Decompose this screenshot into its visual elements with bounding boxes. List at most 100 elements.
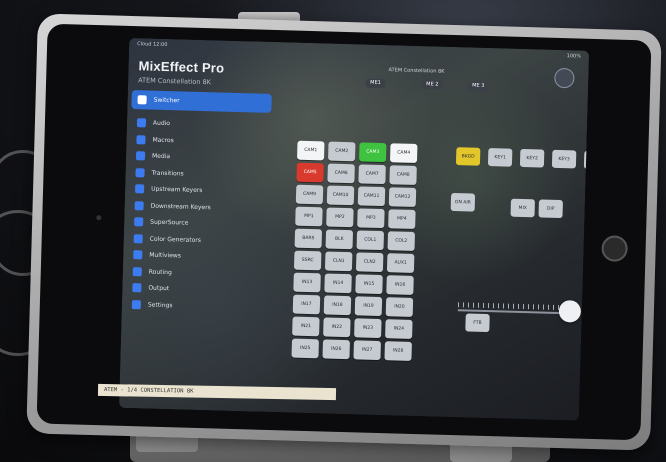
- grid-spacer: [264, 228, 292, 248]
- grid-spacer: [265, 162, 293, 182]
- source-button[interactable]: CAM3: [358, 142, 387, 163]
- source-button[interactable]: IN13: [293, 272, 321, 293]
- source-button[interactable]: CAM12: [388, 187, 417, 207]
- grid-spacer: [262, 272, 290, 292]
- mix-button[interactable]: DIP: [538, 199, 563, 219]
- sidebar-item-icon: [131, 299, 142, 310]
- source-button[interactable]: COL1: [356, 230, 385, 251]
- source-button[interactable]: CAM9: [295, 184, 324, 205]
- source-button[interactable]: IN21: [292, 316, 320, 337]
- source-button[interactable]: IN28: [384, 341, 412, 361]
- mix-button[interactable]: MIX: [510, 198, 535, 218]
- source-button[interactable]: MP4: [388, 209, 416, 229]
- sidebar-item-label: Macros: [152, 136, 174, 144]
- mix-button[interactable]: ON AIR: [450, 192, 476, 212]
- t-bar-knob[interactable]: [558, 300, 582, 323]
- source-button[interactable]: IN17: [292, 294, 321, 315]
- transition-button[interactable]: KEY3: [551, 149, 577, 169]
- sidebar-item-icon: [136, 134, 146, 145]
- source-button[interactable]: IN19: [354, 296, 383, 317]
- sidebar-item-label: Audio: [152, 119, 171, 128]
- source-button[interactable]: CAM5: [296, 162, 324, 183]
- source-button[interactable]: MP3: [357, 208, 385, 229]
- tablet-bezel: Cloud 12:00 100% MixEffect Pro ATEM Cons…: [36, 23, 652, 441]
- source-button[interactable]: BLK: [325, 229, 354, 250]
- me-pill-1[interactable]: ME1: [366, 78, 385, 89]
- sidebar-item[interactable]: Upstream Keyers: [129, 181, 269, 200]
- grid-spacer: [264, 206, 292, 226]
- source-button[interactable]: CLN2: [355, 252, 384, 273]
- source-button[interactable]: CAM2: [327, 141, 356, 162]
- grid-spacer: [262, 294, 290, 314]
- source-button[interactable]: AUX1: [386, 253, 415, 273]
- sidebar-item[interactable]: Audio: [131, 115, 271, 134]
- source-button[interactable]: MP1: [295, 206, 323, 227]
- source-button-grid: CAM1 CAM2 CAM3 CAM4 CAM5 CAM6 CAM7 CAM8 CAM9 CAM1…: [260, 140, 418, 361]
- source-button[interactable]: IN23: [354, 318, 382, 339]
- sidebar-item-label: Multiviews: [149, 251, 181, 260]
- sidebar-item-icon: [135, 151, 146, 161]
- sidebar-item-label: Upstream Keyers: [151, 185, 203, 195]
- transition-button[interactable]: KEY4: [583, 150, 590, 170]
- program-label: ATEM Constellation 8K: [388, 67, 445, 75]
- sidebar-item[interactable]: SuperSource: [128, 214, 268, 233]
- status-left: Cloud 12:00: [137, 41, 168, 48]
- source-button[interactable]: IN22: [323, 317, 351, 338]
- sidebar-item[interactable]: Media: [130, 148, 270, 167]
- sidebar-item[interactable]: Settings: [126, 296, 266, 315]
- source-button[interactable]: BARS: [294, 228, 323, 249]
- source-button[interactable]: IN26: [322, 339, 350, 360]
- grid-spacer: [261, 316, 289, 336]
- sidebar-item-icon: [134, 217, 144, 227]
- source-button[interactable]: IN15: [355, 274, 383, 295]
- sidebar-item-label: Routing: [148, 268, 172, 276]
- source-button[interactable]: CAM11: [357, 186, 386, 207]
- sidebar-item[interactable]: Switcher: [131, 90, 272, 113]
- source-button[interactable]: IN27: [353, 340, 381, 361]
- source-button[interactable]: IN24: [385, 319, 413, 339]
- sidebar-item[interactable]: Multiviews: [127, 247, 267, 266]
- sidebar-nav: Switcher Audio Macros Media Transitions Upstr…: [126, 90, 272, 317]
- sidebar-item-icon: [133, 250, 143, 260]
- ftb-button[interactable]: FTB: [465, 313, 490, 333]
- source-button[interactable]: CAM7: [358, 164, 386, 185]
- source-button[interactable]: CAM10: [326, 185, 355, 206]
- sidebar-item-icon: [134, 184, 145, 194]
- me-pill-3[interactable]: ME 3: [468, 81, 489, 91]
- sidebar-item-icon: [137, 95, 147, 105]
- grid-spacer: [265, 184, 293, 204]
- home-button[interactable]: [601, 235, 629, 262]
- source-button[interactable]: SSRC: [293, 250, 322, 271]
- source-button[interactable]: IN16: [386, 275, 414, 295]
- app-screen: Cloud 12:00 100% MixEffect Pro ATEM Cons…: [119, 37, 590, 421]
- transition-button[interactable]: KEY2: [519, 148, 545, 168]
- switcher-name: ATEM Constellation 8K: [138, 76, 212, 87]
- grid-spacer: [260, 338, 288, 358]
- source-button[interactable]: CAM1: [297, 140, 325, 161]
- sidebar-item-icon: [132, 266, 142, 277]
- sidebar-item-label: Output: [148, 284, 170, 293]
- source-button[interactable]: IN25: [291, 338, 319, 359]
- source-button[interactable]: CAM6: [327, 163, 355, 184]
- sidebar-item[interactable]: Output: [126, 280, 266, 299]
- source-button[interactable]: IN18: [323, 295, 352, 316]
- grid-spacer: [266, 140, 294, 160]
- source-button[interactable]: IN20: [385, 297, 414, 317]
- status-right: 100%: [566, 53, 582, 60]
- source-button[interactable]: MP2: [326, 207, 354, 228]
- sidebar-item-icon: [134, 200, 144, 211]
- source-button[interactable]: CAM8: [389, 165, 417, 186]
- me-pill-2[interactable]: ME 2: [422, 80, 443, 90]
- source-button[interactable]: CLN1: [324, 251, 353, 272]
- source-button[interactable]: CAM4: [389, 143, 418, 164]
- transition-button[interactable]: BKGD: [455, 147, 481, 166]
- source-button[interactable]: IN14: [324, 273, 352, 294]
- connection-icon[interactable]: [554, 67, 575, 89]
- sidebar-item-label: Color Generators: [149, 235, 201, 244]
- sidebar-item-label: Switcher: [153, 96, 180, 105]
- sidebar-item-label: Media: [151, 152, 171, 161]
- front-camera: [96, 215, 102, 221]
- sidebar-item-label: Settings: [147, 301, 173, 309]
- source-button[interactable]: COL2: [387, 231, 416, 251]
- transition-button[interactable]: KEY1: [487, 147, 513, 167]
